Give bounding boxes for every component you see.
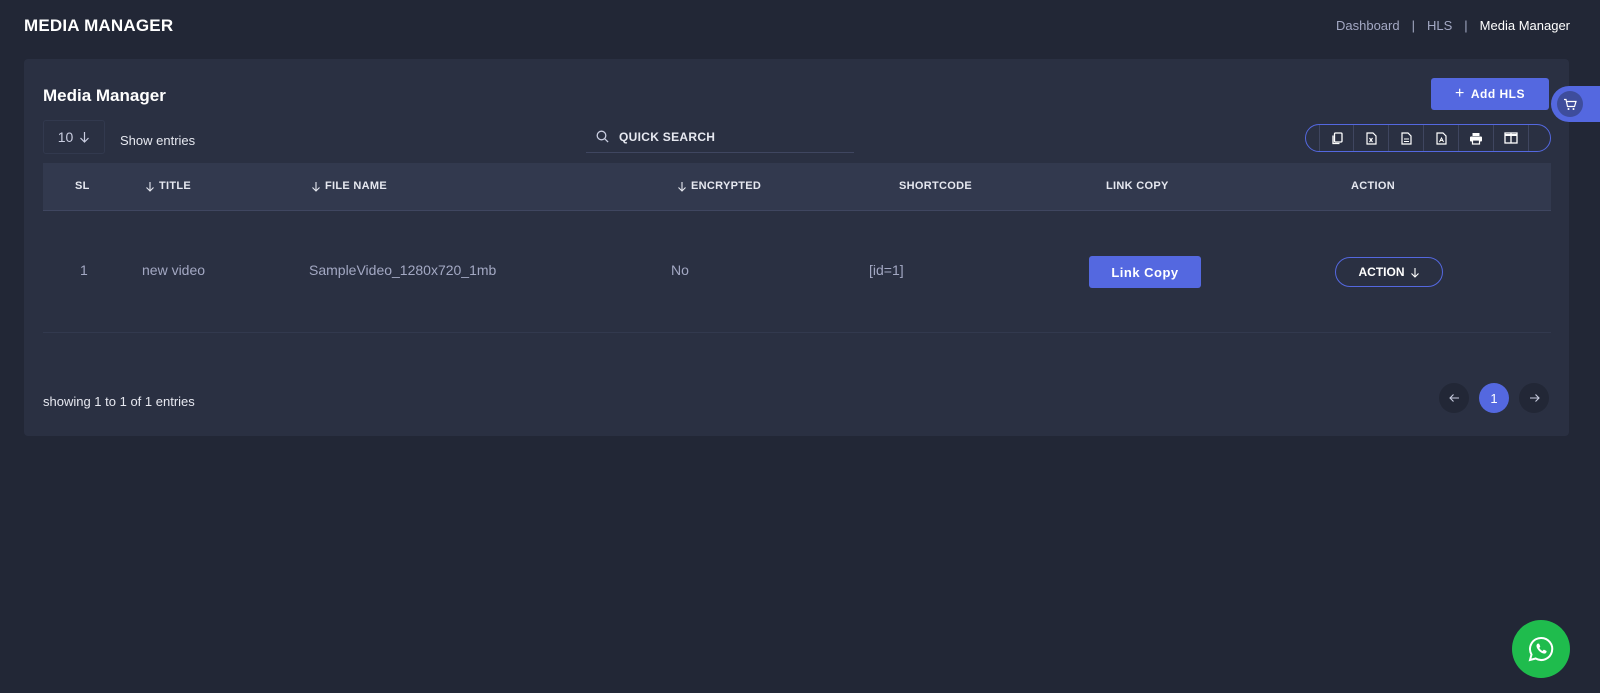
plus-icon: + — [1454, 85, 1465, 102]
cell-shortcode: [id=1] — [869, 262, 904, 278]
whatsapp-icon — [1528, 636, 1554, 662]
cell-file-name: SampleVideo_1280x720_1mb — [309, 262, 497, 278]
arrow-right-icon — [1529, 394, 1540, 402]
header-title[interactable]: TITLE — [145, 180, 191, 192]
copy-button[interactable] — [1319, 125, 1354, 151]
add-hls-label: Add HLS — [1470, 87, 1525, 101]
cart-button[interactable] — [1551, 86, 1600, 122]
csv-icon — [1400, 131, 1412, 145]
show-entries-label: Show entries — [120, 133, 196, 148]
previous-page-button[interactable] — [1439, 383, 1469, 413]
header-shortcode[interactable]: SHORTCODE — [899, 180, 972, 192]
media-manager-card: Media Manager + Add HLS 10 Show entries — [24, 59, 1569, 436]
cell-encrypted: No — [671, 262, 689, 278]
page-button-current[interactable]: 1 — [1479, 383, 1509, 413]
pdf-icon — [1435, 131, 1447, 145]
cell-sl: 1 — [80, 262, 88, 278]
sort-arrow-icon — [678, 181, 686, 192]
export-buttons — [1305, 124, 1551, 152]
header-encrypted[interactable]: ENCRYPTED — [677, 180, 761, 192]
cart-icon-wrapper — [1557, 91, 1583, 117]
cell-title: new video — [142, 262, 206, 278]
print-button[interactable] — [1459, 125, 1494, 151]
header-file-name-label: FILE NAME — [325, 180, 387, 192]
breadcrumb-current: Media Manager — [1479, 18, 1570, 33]
showing-entries-info: showing 1 to 1 of 1 entries — [43, 394, 195, 409]
header-action[interactable]: ACTION — [1351, 180, 1395, 192]
header-sl-label: SL — [75, 180, 90, 192]
arrow-left-icon — [1448, 394, 1459, 402]
next-page-button[interactable] — [1519, 383, 1549, 413]
sort-arrow-icon — [146, 181, 154, 192]
breadcrumb: Dashboard | HLS | Media Manager — [1336, 18, 1570, 33]
action-dropdown-button[interactable]: ACTION — [1335, 257, 1443, 287]
search-icon — [596, 130, 609, 143]
columns-button[interactable] — [1494, 125, 1529, 151]
arrow-down-icon — [80, 132, 90, 143]
whatsapp-button[interactable] — [1512, 620, 1570, 678]
entries-length-value: 10 — [57, 129, 74, 145]
cart-icon — [1564, 98, 1577, 110]
print-icon — [1470, 132, 1482, 145]
top-bar: MEDIA MANAGER Dashboard | HLS | Media Ma… — [0, 0, 1600, 52]
breadcrumb-separator: | — [1411, 18, 1415, 33]
quick-search — [586, 121, 854, 153]
media-table: SL TITLE FILE NAME ENCRYPTED SHORTCODE L… — [43, 163, 1551, 333]
header-shortcode-label: SHORTCODE — [899, 180, 972, 192]
pagination: 1 — [1439, 383, 1549, 413]
table-row: 1 new video SampleVideo_1280x720_1mb No … — [43, 211, 1551, 333]
breadcrumb-dashboard[interactable]: Dashboard — [1336, 18, 1400, 33]
csv-button[interactable] — [1389, 125, 1424, 151]
header-action-label: ACTION — [1351, 180, 1395, 192]
header-encrypted-label: ENCRYPTED — [691, 180, 762, 192]
header-sl[interactable]: SL — [75, 180, 90, 192]
search-input[interactable] — [619, 129, 839, 144]
card-title: Media Manager — [43, 86, 166, 105]
sort-arrow-icon — [312, 181, 320, 192]
arrow-down-icon — [1410, 267, 1419, 278]
header-file-name[interactable]: FILE NAME — [311, 180, 387, 192]
pdf-button[interactable] — [1424, 125, 1459, 151]
breadcrumb-separator: | — [1464, 18, 1468, 33]
excel-icon — [1365, 131, 1377, 145]
add-hls-button[interactable]: + Add HLS — [1431, 78, 1549, 110]
excel-button[interactable] — [1354, 125, 1389, 151]
table-header: SL TITLE FILE NAME ENCRYPTED SHORTCODE L… — [43, 163, 1551, 211]
link-copy-button[interactable]: Link Copy — [1089, 256, 1201, 288]
entries-length-select[interactable]: 10 — [43, 120, 105, 154]
columns-icon — [1504, 132, 1518, 144]
breadcrumb-hls[interactable]: HLS — [1427, 18, 1452, 33]
header-title-label: TITLE — [159, 180, 192, 192]
page-title: MEDIA MANAGER — [24, 16, 174, 35]
copy-icon — [1331, 131, 1343, 144]
header-link-copy-label: LINK COPY — [1106, 180, 1169, 192]
action-label: ACTION — [1358, 265, 1405, 279]
header-link-copy[interactable]: LINK COPY — [1106, 180, 1169, 192]
